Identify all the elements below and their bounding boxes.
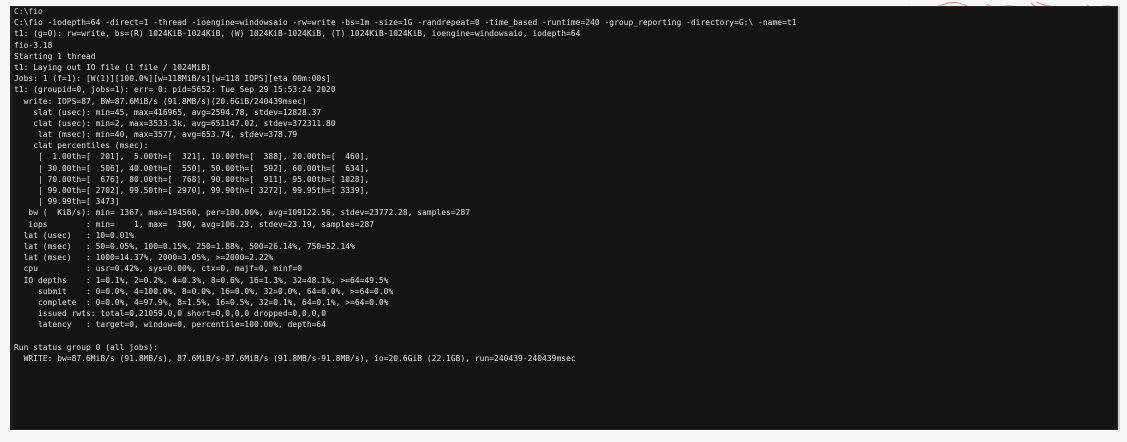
console-line: t1: (g=0): rw=write, bs=(R) 1024KiB-1024… xyxy=(14,29,581,39)
console-line: latency : target=0, window=0, percentile… xyxy=(14,320,327,330)
console-line: | 30.00th=[ 506], 40.00th=[ 550], 50.00t… xyxy=(14,163,370,173)
console-line: bw ( KiB/s): min= 1367, max=194560, per=… xyxy=(14,208,471,218)
console-line: | 99.00th=[ 2702], 99.50th=[ 2970], 99.9… xyxy=(14,186,370,195)
console-output: C:\fio C:\fio -iodepth=64 -direct=1 -thre… xyxy=(14,6,1112,364)
console-line: lat (msec): min=40, max=3577, avg=653.74… xyxy=(14,130,298,140)
console-line: | 70.00th=[ 676], 80.00th=[ 768], 90.00t… xyxy=(14,174,370,184)
console-line: fio-3.18 xyxy=(14,40,53,50)
console-line: iops : min= 1, max= 190, avg=106.23, std… xyxy=(14,219,375,229)
console-line: Starting 1 thread xyxy=(14,51,96,61)
console-edge xyxy=(10,6,13,430)
command-prompt-window[interactable]: C:\fio C:\fio -iodepth=64 -direct=1 -thre… xyxy=(10,6,1120,430)
console-line: | 99.99th=[ 3473] xyxy=(14,197,120,207)
console-line: lat (msec) : 50=0.05%, 100=0.15%, 250=1.… xyxy=(14,241,355,251)
console-line: lat (usec) : 10=0.01% xyxy=(14,230,135,240)
console-line: clat (usec): min=2, max=3533.3k, avg=651… xyxy=(14,118,336,128)
console-line: clat percentiles (msec): xyxy=(14,141,149,151)
console-line: lat (msec) : 1000=14.37%, 2000=3.05%, >=… xyxy=(14,253,274,263)
console-line: | 1.00th=[ 201], 5.00th=[ 321], 10.00th=… xyxy=(14,152,370,162)
console-line: submit : 0=0.0%, 4=100.0%, 8=0.0%, 16=0.… xyxy=(14,286,394,296)
console-line: Run status group 0 (all jobs): xyxy=(14,342,159,352)
console-line: Jobs: 1 (f=1): [W(1)][100.0%][w=118MiB/s… xyxy=(14,74,331,84)
console-line: WRITE: bw=87.6MiB/s (91.8MB/s), 87.6MiB/… xyxy=(14,353,576,363)
console-line: cpu : usr=0.42%, sys=0.00%, ctx=0, majf=… xyxy=(14,264,303,274)
console-line: IO depths : 1=0.1%, 2=0.2%, 4=0.3%, 8=0.… xyxy=(14,275,389,285)
console-line: t1: (groupid=0, jobs=1): err= 0: pid=565… xyxy=(14,85,336,95)
console-line: slat (usec): min=45, max=416965, avg=259… xyxy=(14,107,322,117)
fio-command-line: C:\fio -iodepth=64 -direct=1 -thread -io… xyxy=(14,18,797,28)
console-line: issued rwts: total=0,21059,0,0 short=0,0… xyxy=(14,309,327,319)
console-line: t1: Laying out IO file (1 file / 1024MiB… xyxy=(14,62,211,72)
scanned-page: C:\fio C:\fio -iodepth=64 -direct=1 -thre… xyxy=(0,0,1127,442)
console-line: write: IOPS=87, BW=87.6MiB/s (91.8MB/s)(… xyxy=(14,96,307,106)
console-line: complete : 0=0.0%, 4=97.9%, 8=1.5%, 16=0… xyxy=(14,297,389,307)
console-line: C:\fio xyxy=(14,7,43,16)
